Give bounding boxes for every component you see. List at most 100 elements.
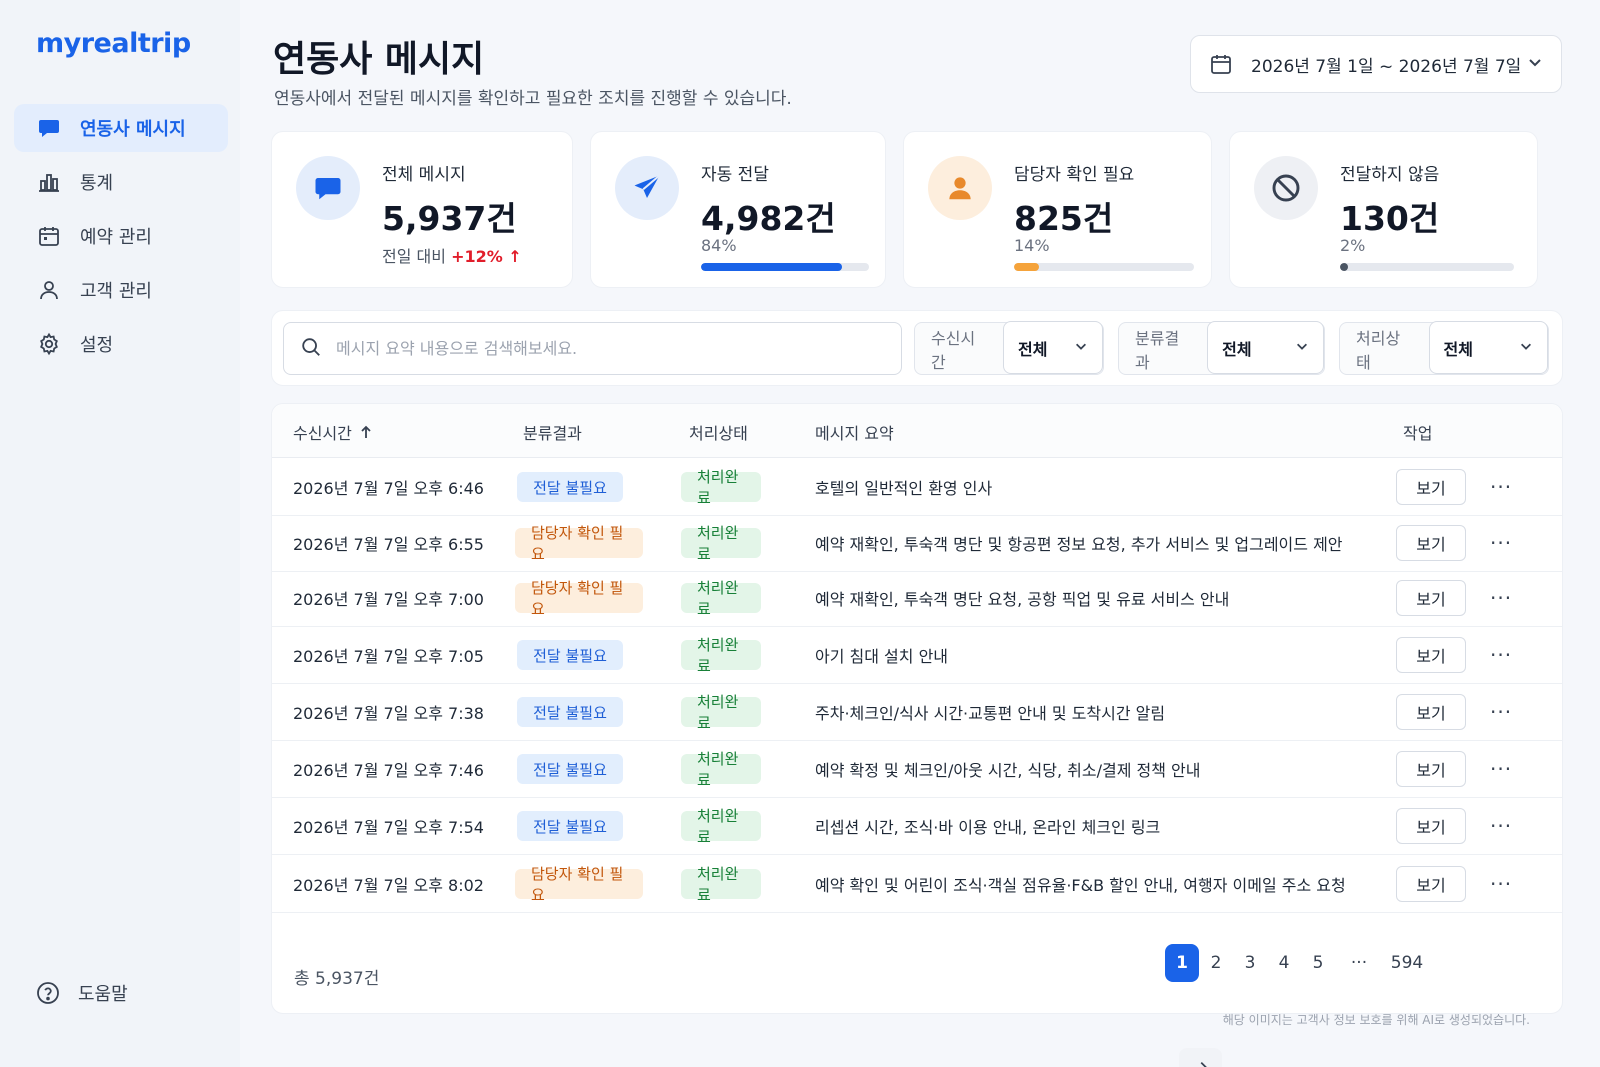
cell-received-time: 2026년 7월 7일 오후 8:02 [293,876,484,895]
date-range-picker[interactable]: 2026년 7월 1일 ~ 2026년 7월 7일 [1190,35,1562,93]
cell-action: 보기 [1396,797,1466,855]
cell-more: ··· [1490,514,1512,572]
sidebar-item-customers[interactable]: 고객 관리 [14,266,228,314]
table-header: 수신시간 분류결과 처리상태 메시지 요약 작업 [272,404,1562,458]
page-button-5[interactable]: 5 [1301,944,1335,982]
cell-more: ··· [1490,855,1512,913]
help-link[interactable]: 도움말 [36,980,128,1006]
received-time-select[interactable]: 전체 [1003,321,1103,374]
cell-classification: 전달 불필요 [517,797,623,855]
cell-summary: 리셉션 시간, 조식·바 이용 안내, 온라인 체크인 링크 [815,818,1161,837]
cell-status: 처리완료 [681,569,761,627]
status-select[interactable]: 전체 [1428,321,1548,374]
stat-value: 825건 [1014,199,1114,238]
cell-action: 보기 [1396,740,1466,798]
more-options-icon[interactable]: ··· [1490,586,1512,610]
user-icon [36,277,62,303]
view-button[interactable]: 보기 [1396,694,1466,730]
progress-fill [1014,263,1040,271]
classification-badge: 전달 불필요 [517,754,623,784]
view-button[interactable]: 보기 [1396,580,1466,616]
table-row[interactable]: 2026년 7월 7일 오후 6:46 전달 불필요 처리완료 호텔의 일반적인 환영… [272,458,1562,516]
table-row[interactable]: 2026년 7월 7일 오후 7:46 전달 불필요 처리완료 예약 확정 및 체크인… [272,740,1562,798]
stat-card-auto-forward: 자동 전달 4,982건 84% [590,131,886,288]
filter-classification: 분류결과 전체 [1118,321,1325,375]
view-button[interactable]: 보기 [1396,637,1466,673]
status-badge: 처리완료 [681,579,761,618]
cell-summary: 예약 재확인, 투숙객 명단 요청, 공항 픽업 및 유료 서비스 안내 [815,590,1230,609]
chat-icon [296,156,360,220]
view-button[interactable]: 보기 [1396,751,1466,787]
cell-summary: 주차·체크인/식사 시간·교통편 안내 및 도착시간 알림 [815,704,1166,723]
cell-more: ··· [1490,797,1512,855]
cell-action: 보기 [1396,458,1466,516]
more-options-icon[interactable]: ··· [1490,700,1512,724]
date-range-value: 2026년 7월 1일 ~ 2026년 7월 7일 [1251,56,1522,77]
filter-status: 처리상태 전체 [1339,321,1549,375]
more-options-icon[interactable]: ··· [1490,475,1512,499]
cell-status: 처리완료 [681,855,761,913]
bar-chart-icon [36,169,62,195]
table-row[interactable]: 2026년 7월 7일 오후 7:38 전달 불필요 처리완료 주차·체크인/식사 시… [272,683,1562,741]
sidebar-item-messages[interactable]: 연동사 메시지 [14,104,228,152]
sidebar-item-stats[interactable]: 통계 [14,158,228,206]
progress-fill [701,263,843,271]
sidebar: myrealtrip 연동사 메시지 통계 예약 관리 고객 관리 설정 도움말 [0,0,240,1067]
progress-bar [701,263,869,271]
cell-classification: 담당자 확인 필요 [515,855,643,913]
view-button[interactable]: 보기 [1396,808,1466,844]
cell-classification: 전달 불필요 [517,740,623,798]
stat-card-needs-review: 담당자 확인 필요 825건 14% [903,131,1212,288]
more-options-icon[interactable]: ··· [1490,814,1512,838]
view-button[interactable]: 보기 [1396,525,1466,561]
stat-percent: 2% [1340,236,1366,255]
stat-card-not-forwarded: 전달하지 않음 130건 2% [1229,131,1538,288]
stat-value: 4,982건 [701,199,836,238]
more-options-icon[interactable]: ··· [1490,531,1512,555]
table-row[interactable]: 2026년 7월 7일 오후 6:55 담당자 확인 필요 처리완료 예약 재확인, … [272,514,1562,572]
stat-percent: 14% [1014,236,1050,255]
search-input[interactable] [336,339,876,358]
page-button-3[interactable]: 3 [1233,944,1267,982]
brand-logo[interactable]: myrealtrip [36,28,191,59]
sidebar-item-settings[interactable]: 설정 [14,320,228,368]
progress-fill [1340,263,1348,271]
table-row[interactable]: 2026년 7월 7일 오후 7:54 전달 불필요 처리완료 리셉션 시간, 조식·… [272,797,1562,855]
sidebar-item-reservations[interactable]: 예약 관리 [14,212,228,260]
view-button[interactable]: 보기 [1396,469,1466,505]
page-button-2[interactable]: 2 [1199,944,1233,982]
cell-more: ··· [1490,569,1512,627]
cell-classification: 전달 불필요 [517,683,623,741]
cell-more: ··· [1490,740,1512,798]
cell-received-time: 2026년 7월 7일 오후 6:46 [293,479,484,498]
more-options-icon[interactable]: ··· [1490,757,1512,781]
sidebar-item-label: 고객 관리 [80,281,152,302]
page-button-4[interactable]: 4 [1267,944,1301,982]
next-page-button[interactable] [1184,1048,1222,1067]
cell-received-time: 2026년 7월 7일 오후 7:05 [293,647,484,666]
sidebar-item-label: 통계 [80,173,114,194]
page-button-594[interactable]: 594 [1383,944,1431,982]
classification-select[interactable]: 전체 [1207,321,1324,374]
table-row[interactable]: 2026년 7월 7일 오후 7:05 전달 불필요 처리완료 아기 침대 설치 안내… [272,626,1562,684]
col-received-time[interactable]: 수신시간 [293,420,372,444]
cell-action: 보기 [1396,683,1466,741]
page-numbers: 1 2 3 4 5 ··· 594 [1165,944,1431,982]
view-button[interactable]: 보기 [1396,866,1466,902]
classification-badge: 전달 불필요 [517,472,623,502]
table-row[interactable]: 2026년 7월 7일 오후 8:02 담당자 확인 필요 처리완료 예약 확인 및 … [272,855,1562,913]
cell-summary: 예약 확정 및 체크인/아웃 시간, 식당, 취소/결제 정책 안내 [815,761,1201,780]
page-button-1[interactable]: 1 [1165,944,1199,982]
more-options-icon[interactable]: ··· [1490,872,1512,896]
stat-label: 자동 전달 [701,165,769,185]
table-row[interactable]: 2026년 7월 7일 오후 7:00 담당자 확인 필요 처리완료 예약 재확인, … [272,569,1562,627]
col-classification: 분류결과 [523,424,582,443]
message-table: 수신시간 분류결과 처리상태 메시지 요약 작업 2026년 7월 7일 오후 … [271,403,1563,1067]
cell-received-time: 2026년 7월 7일 오후 7:54 [293,818,484,837]
cell-classification: 담당자 확인 필요 [515,569,643,627]
search-box [283,322,902,375]
cell-status: 처리완료 [681,626,761,684]
stat-value: 5,937건 [382,199,517,238]
chevron-down-icon [1295,338,1309,357]
more-options-icon[interactable]: ··· [1490,643,1512,667]
